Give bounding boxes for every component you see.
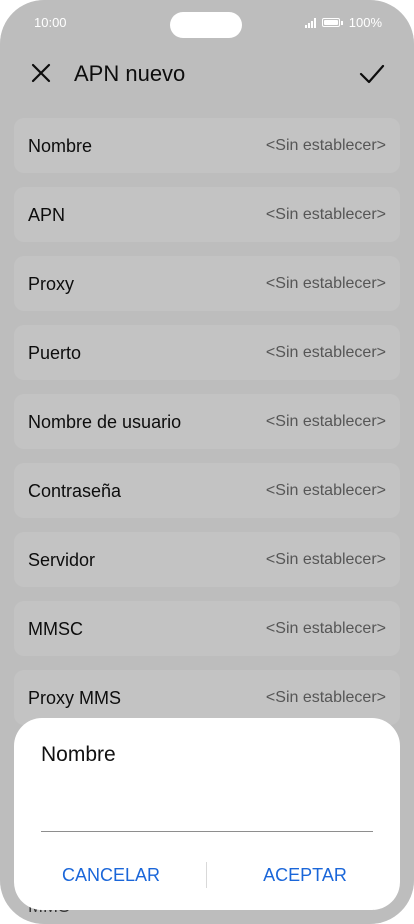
status-indicators: 100% [304,15,382,30]
battery-icon [321,18,340,27]
battery-percent: 100% [348,15,382,30]
name-input[interactable] [41,794,373,832]
dialog-title: Nombre [41,743,116,766]
accept-button[interactable]: ACEPTAR [210,860,400,890]
phone-screen: APN nuevo Nombre <Sin establecer> APN <Sin… [0,0,414,924]
signal-icon [304,17,316,28]
dialog-actions: CANCELAR ACEPTAR [14,860,400,890]
button-divider [206,862,207,888]
battery-tip [340,20,343,25]
edit-name-dialog: Nombre CANCELAR ACEPTAR [14,718,400,910]
cancel-button[interactable]: CANCELAR [16,860,206,890]
status-time: 10:00 [34,15,67,30]
status-bar: 10:00 100% [34,12,382,34]
